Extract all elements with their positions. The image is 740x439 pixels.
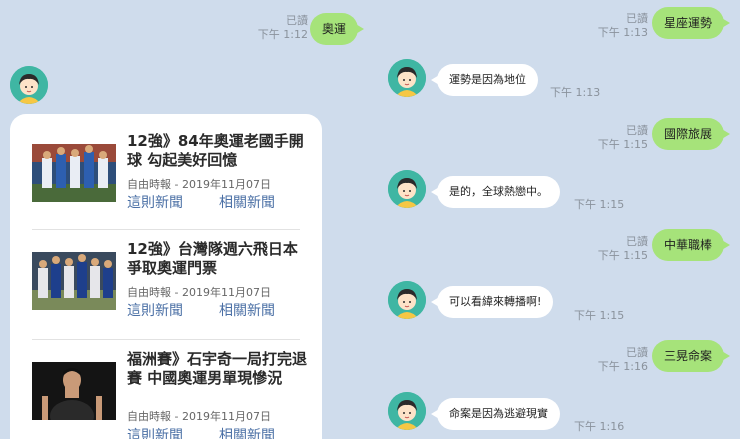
- news-title[interactable]: 12強》台灣隊週六飛日本 爭取奧運門票: [127, 240, 307, 278]
- cartoon-girl-avatar-icon: [388, 59, 426, 97]
- bot-avatar-icon[interactable]: [10, 66, 48, 104]
- message-meta: 已讀 下午 1:12: [258, 14, 308, 42]
- news-source: 自由時報 - 2019年11月07日: [127, 410, 271, 423]
- news-item[interactable]: 福洲賽》石宇奇一局打完退賽 中國奧運男單現慘況 自由時報 - 2019年11月0…: [32, 350, 307, 439]
- cartoon-girl-avatar-icon: [388, 281, 426, 319]
- related-news-link[interactable]: 相關新聞: [219, 300, 275, 320]
- message-time: 下午 1:16: [597, 360, 648, 373]
- bot-avatar-icon[interactable]: [388, 281, 426, 319]
- cartoon-girl-avatar-icon: [10, 66, 48, 104]
- news-source: 自由時報 - 2019年11月07日: [127, 286, 271, 299]
- incoming-message[interactable]: 命案是因為逃避現實: [431, 398, 560, 430]
- news-item[interactable]: 12強》台灣隊週六飛日本 爭取奧運門票 自由時報 - 2019年11月07日 這…: [32, 240, 302, 340]
- message-time: 下午 1:15: [597, 138, 648, 151]
- news-thumbnail[interactable]: [32, 252, 116, 310]
- this-story-link[interactable]: 這則新聞: [127, 192, 183, 212]
- news-card: 12強》84年奧運老國手開球 勾起美好回憶 自由時報 - 2019年11月07日…: [10, 114, 322, 439]
- outgoing-message[interactable]: 國際旅展: [651, 118, 731, 150]
- incoming-message[interactable]: 可以看緯來轉播啊!: [430, 286, 554, 318]
- read-receipt: 已讀: [626, 346, 648, 359]
- outgoing-message[interactable]: 三晃命案: [651, 340, 731, 372]
- news-thumbnail[interactable]: [32, 362, 116, 420]
- bot-avatar-icon[interactable]: [388, 59, 426, 97]
- incoming-message[interactable]: 是的，全球熱戀中。: [431, 176, 560, 208]
- news-item[interactable]: 12強》84年奧運老國手開球 勾起美好回憶 自由時報 - 2019年11月07日…: [32, 132, 304, 232]
- divider: [32, 339, 300, 340]
- read-receipt: 已讀: [286, 14, 308, 27]
- message-time: 下午 1:15: [574, 198, 625, 211]
- bot-avatar-icon[interactable]: [388, 392, 426, 430]
- message-time: 下午 1:16: [574, 420, 625, 433]
- outgoing-message[interactable]: 星座運勢: [651, 7, 731, 39]
- message-time: 下午 1:15: [574, 309, 625, 322]
- message-time: 下午 1:13: [550, 86, 601, 99]
- outgoing-message[interactable]: 中華職棒: [651, 229, 731, 261]
- chat-pane-left: 已讀 下午 1:12 奧運 12強》84年奧運老國手開球 勾起美好回憶 自由時報…: [0, 0, 370, 439]
- cartoon-girl-avatar-icon: [388, 170, 426, 208]
- read-receipt: 已讀: [626, 235, 648, 248]
- outgoing-message[interactable]: 奧運: [309, 13, 365, 45]
- this-story-link[interactable]: 這則新聞: [127, 425, 183, 439]
- message-time: 下午 1:12: [257, 28, 308, 41]
- news-source: 自由時報 - 2019年11月07日: [127, 178, 271, 191]
- read-receipt: 已讀: [626, 124, 648, 137]
- read-receipt: 已讀: [626, 12, 648, 25]
- divider: [32, 229, 300, 230]
- this-story-link[interactable]: 這則新聞: [127, 300, 183, 320]
- related-news-link[interactable]: 相關新聞: [219, 425, 275, 439]
- message-time: 下午 1:15: [597, 249, 648, 262]
- message-time: 下午 1:13: [597, 26, 648, 39]
- message-meta: 已讀 下午 1:15: [598, 235, 648, 263]
- news-title[interactable]: 12強》84年奧運老國手開球 勾起美好回憶: [127, 132, 307, 170]
- message-meta: 已讀 下午 1:16: [598, 346, 648, 374]
- cartoon-girl-avatar-icon: [388, 392, 426, 430]
- chat-pane-right: 已讀 下午 1:13 星座運勢 運勢是因為地位 下午 1:13 已讀 下午 1:…: [370, 0, 740, 439]
- message-meta: 已讀 下午 1:13: [598, 12, 648, 40]
- incoming-message[interactable]: 運勢是因為地位: [431, 64, 538, 96]
- related-news-link[interactable]: 相關新聞: [219, 192, 275, 212]
- bot-avatar-icon[interactable]: [388, 170, 426, 208]
- news-thumbnail[interactable]: [32, 144, 116, 202]
- news-title[interactable]: 福洲賽》石宇奇一局打完退賽 中國奧運男單現慘況: [127, 350, 307, 388]
- message-meta: 已讀 下午 1:15: [598, 124, 648, 152]
